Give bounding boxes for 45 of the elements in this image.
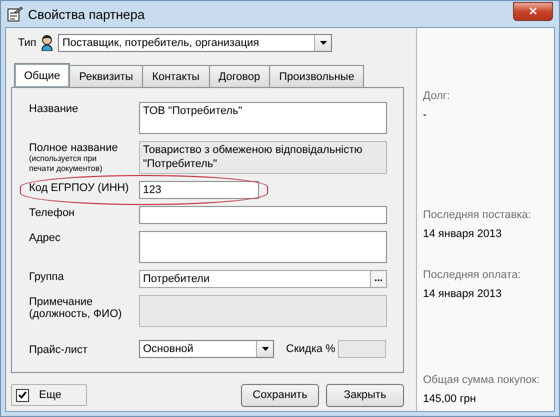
field-label: Примечание (должность, ФИО) xyxy=(29,296,123,320)
type-dropdown[interactable]: Поставщик, потребитель, организация xyxy=(58,34,332,52)
field-label: Группа xyxy=(29,271,65,283)
tab[interactable]: Контакты xyxy=(142,65,210,87)
tab[interactable]: Реквизиты xyxy=(69,65,144,87)
close-dialog-button[interactable]: Закрыть xyxy=(326,384,404,406)
dropdown-arrow-icon xyxy=(262,347,268,351)
browse-button[interactable]: ... xyxy=(370,271,386,287)
field-label: Прайс-лист xyxy=(29,344,89,356)
dropdown-arrow-icon xyxy=(320,41,327,45)
field-value: Потребители xyxy=(142,273,211,285)
tab[interactable]: Произвольные xyxy=(269,65,364,87)
tab[interactable]: Договор xyxy=(208,65,270,87)
type-label: Тип xyxy=(18,37,36,49)
field-label: Адрес xyxy=(29,232,62,244)
save-button[interactable]: Сохранить xyxy=(241,384,319,406)
summary-label: Долг: xyxy=(423,90,451,102)
summary-value: 145,00 грн xyxy=(423,393,477,405)
tab[interactable]: Общие xyxy=(14,63,70,87)
discount-field[interactable] xyxy=(338,340,386,358)
field-label: Полное название xyxy=(29,142,119,154)
document-icon xyxy=(7,6,23,22)
close-button[interactable]: ✕ xyxy=(513,2,553,20)
input-field[interactable] xyxy=(139,206,387,224)
input-field[interactable]: 123 xyxy=(139,181,259,199)
window-title: Свойства партнера xyxy=(28,6,146,22)
text-area[interactable]: Товариство з обмеженою відповідальністю "Потребитель" xyxy=(139,141,387,174)
summary-value: 14 января 2013 xyxy=(423,228,503,240)
text-area[interactable]: ТОВ "Потребитель" xyxy=(139,102,387,134)
summary-label: Последняя поставка: xyxy=(423,209,532,221)
more-checkbox[interactable]: Еще xyxy=(11,384,87,406)
summary-label: Общая сумма покупок: xyxy=(423,374,541,386)
summary-value: 14 января 2013 xyxy=(423,288,503,300)
summary-value: - xyxy=(423,109,428,121)
group-field[interactable]: Потребители ... xyxy=(139,270,387,288)
checkmark-icon xyxy=(18,391,27,399)
price-list-dropdown[interactable]: Основной xyxy=(139,340,274,358)
field-hint: (используется при печати документов) xyxy=(29,154,104,174)
field-label: Код ЕГРПОУ (ИНН) xyxy=(29,182,130,194)
field-label: Название xyxy=(29,103,80,115)
field-label: Телефон xyxy=(29,207,76,219)
field-label: Скидка % xyxy=(286,343,336,355)
text-area[interactable] xyxy=(139,231,387,263)
summary-label: Последняя оплата: xyxy=(423,269,522,281)
person-icon xyxy=(40,35,54,51)
